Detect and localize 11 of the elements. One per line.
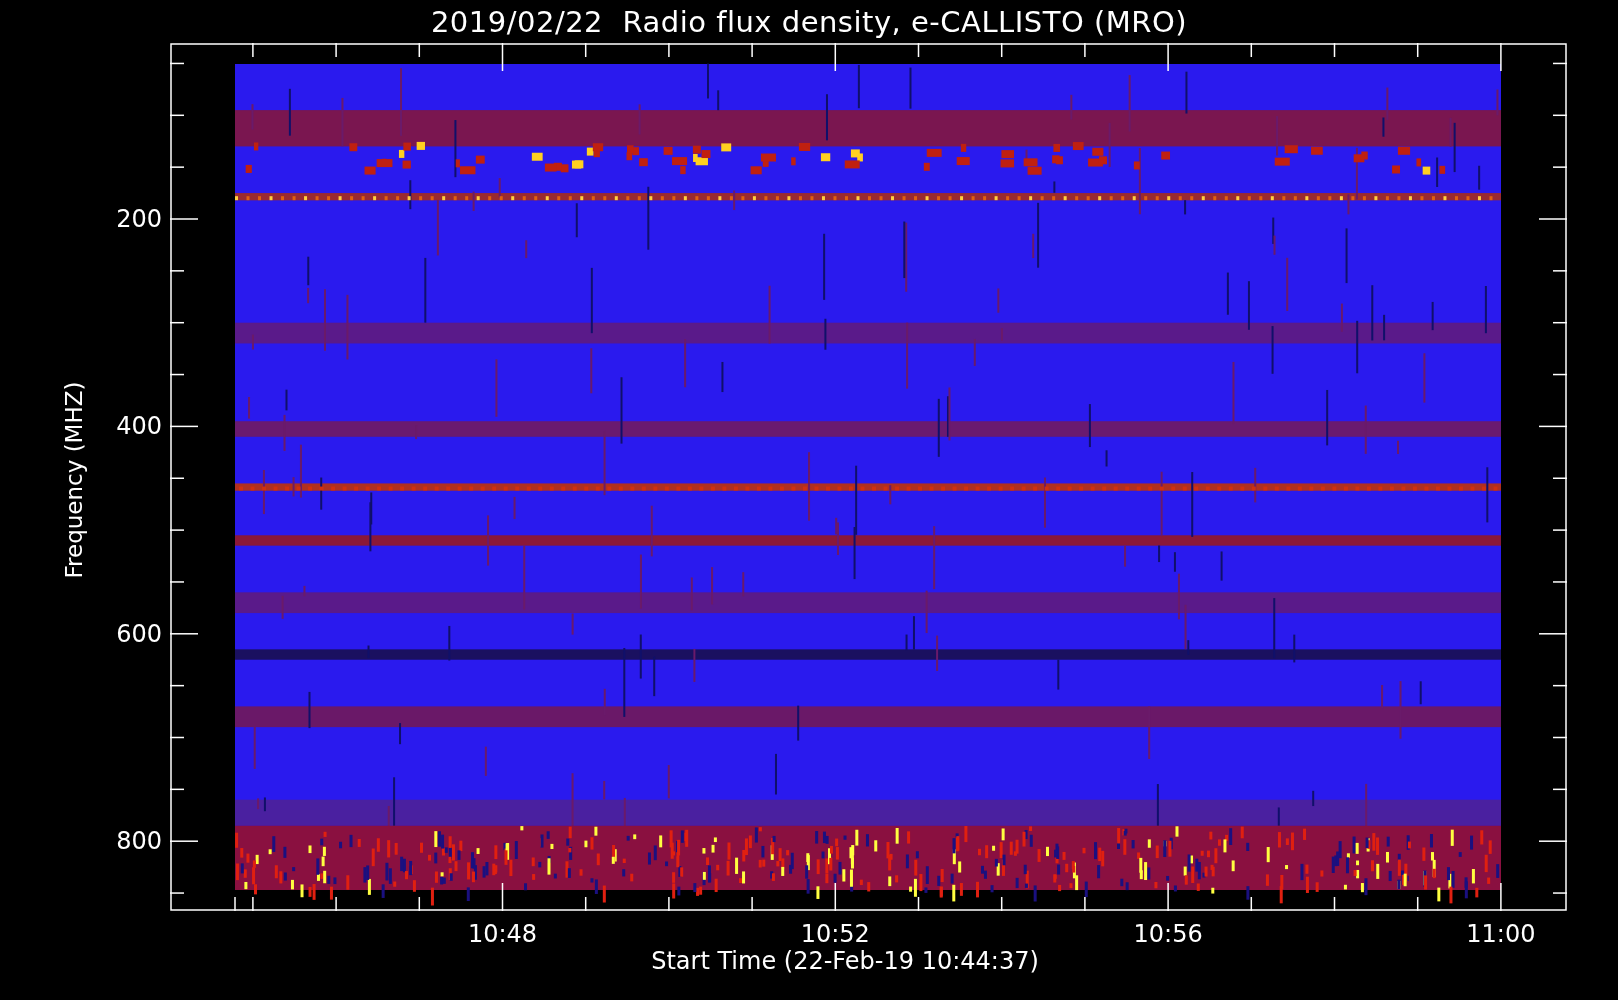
- y-tick-label: 800: [116, 827, 162, 856]
- chart-title: 2019/02/22 Radio flux density, e-CALLISTO (MRO): [430, 4, 1188, 39]
- x-tick-label: 11:00: [1466, 920, 1536, 948]
- y-tick-label: 600: [116, 619, 162, 648]
- x-axis-label: Start Time (22-Feb-19 10:44:37): [651, 947, 1039, 975]
- y-tick-label: 200: [116, 205, 162, 233]
- y-tick-label: 400: [116, 412, 162, 441]
- y-axis-label: Frequency (MHZ): [61, 381, 87, 579]
- x-tick-label: 10:52: [800, 920, 870, 948]
- x-tick-label: 10:56: [1133, 920, 1203, 948]
- x-tick-label: 10:48: [467, 920, 538, 948]
